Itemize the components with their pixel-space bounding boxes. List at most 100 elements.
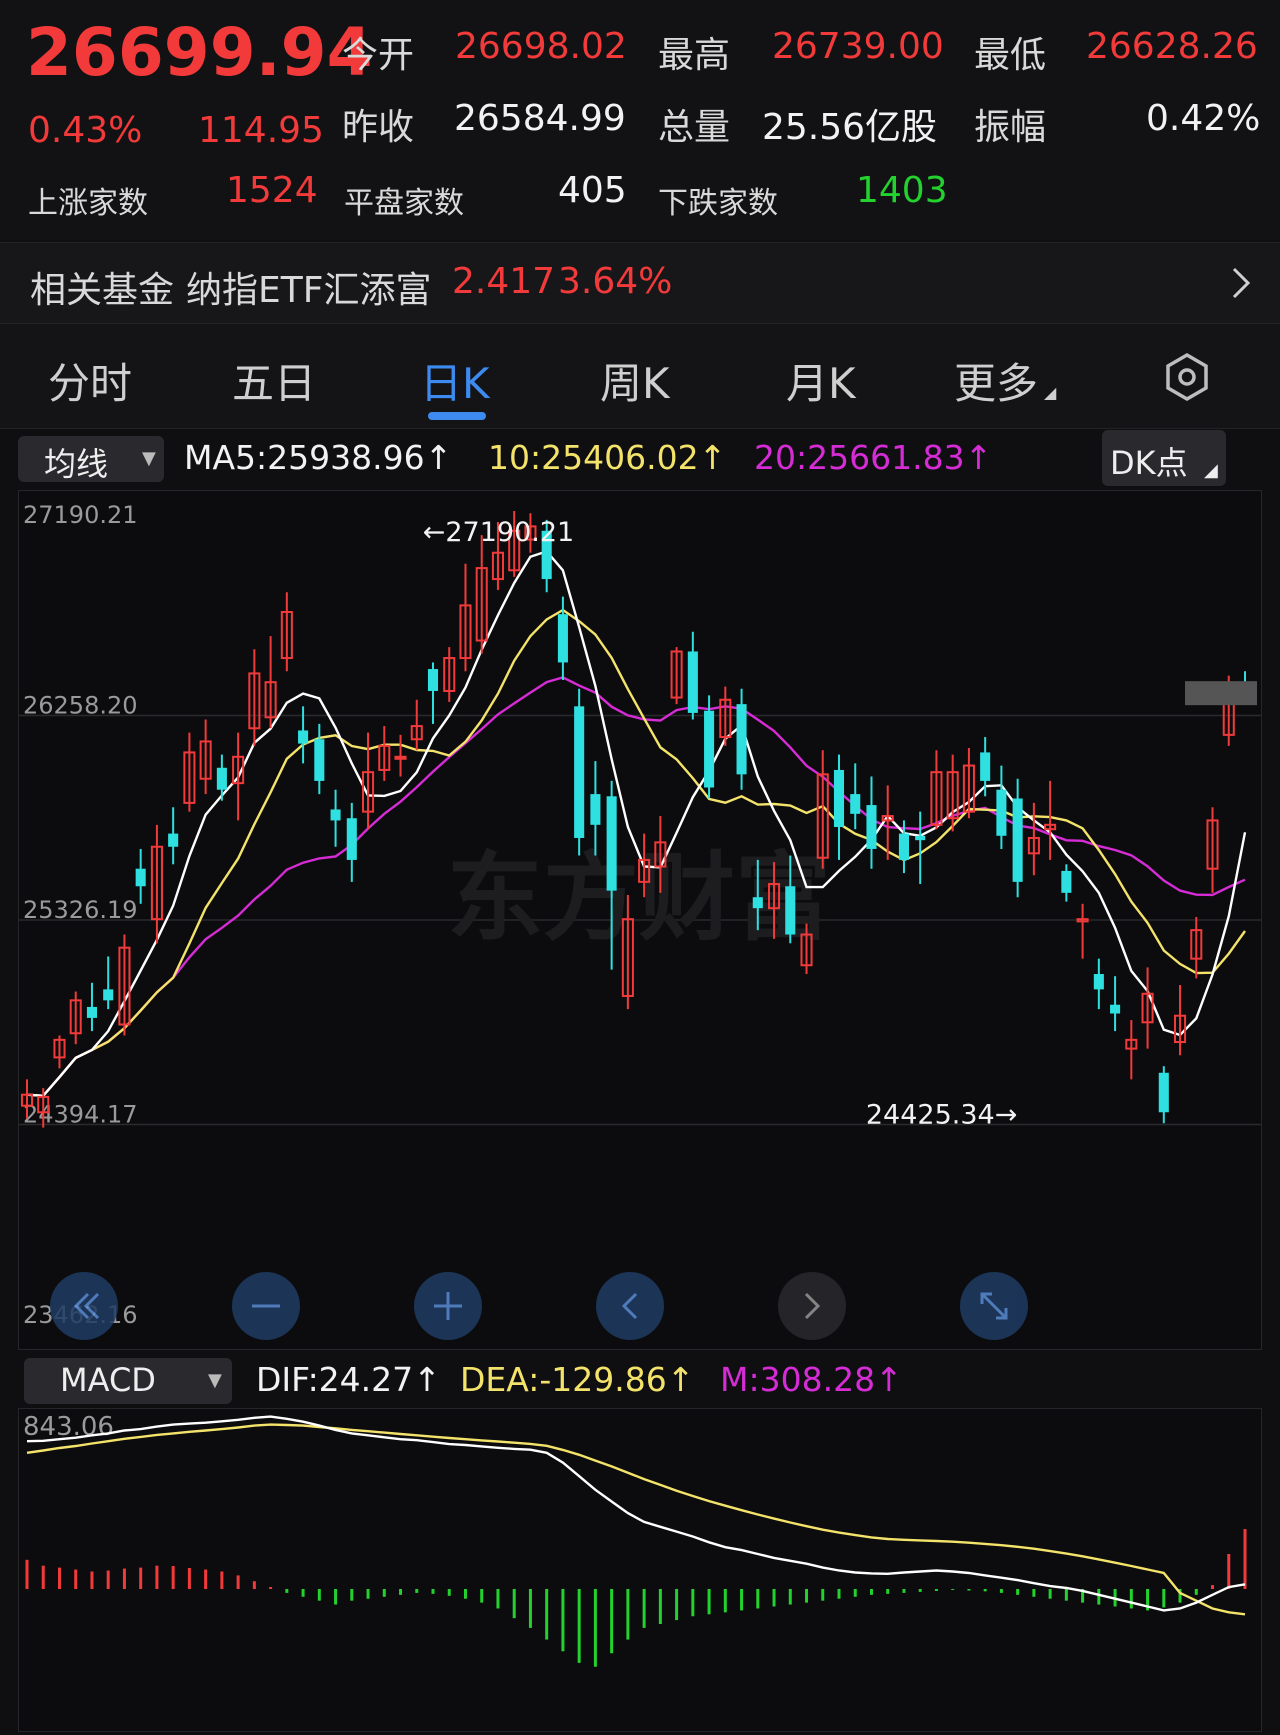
candle-body (346, 818, 357, 860)
candle-body (996, 789, 1007, 836)
double-chevron-left-icon[interactable] (50, 1272, 118, 1340)
dea-legend: DEA:-129.86↑ (460, 1360, 695, 1399)
ma5-line (26, 550, 1247, 1098)
last-price: 26699.94 (26, 14, 373, 91)
candle-body (298, 730, 309, 744)
candle-body (216, 767, 227, 790)
candle-body (785, 886, 796, 935)
candle-body (427, 669, 439, 691)
y-tick-label: 26258.20 (23, 691, 138, 719)
volume-label: 总量 (658, 107, 731, 148)
gear-icon[interactable] (1162, 352, 1212, 402)
candle-body (103, 989, 114, 1001)
extreme-annotation: 24425.34→ (866, 1100, 1017, 1131)
candle-body (168, 833, 179, 847)
change-points: 114.95 (198, 110, 324, 151)
fund-price: 2.417 (452, 261, 556, 302)
candle-body (314, 739, 325, 781)
tab-more[interactable]: 更多 ◢ (954, 350, 1056, 411)
expand-icon[interactable] (960, 1272, 1028, 1340)
ma10-legend: 10:25406.02↑ (488, 438, 727, 477)
chevron-right-icon[interactable] (778, 1272, 846, 1340)
macd-selector[interactable]: MACD ▼ (24, 1358, 232, 1404)
candle-body (557, 614, 568, 663)
high-value: 26739.00 (772, 26, 944, 67)
macd-selector-label: MACD (60, 1361, 156, 1399)
ma-selector[interactable]: 均线 ▼ (18, 436, 164, 483)
caret-down-icon: ▼ (142, 448, 156, 469)
down-count-label: 下跌家数 (658, 186, 778, 221)
chevron-right-icon[interactable] (1226, 263, 1256, 303)
active-tab-indicator (428, 412, 486, 420)
change-percent: 0.43% (28, 110, 143, 151)
tab-daily-k[interactable]: 日K (420, 350, 490, 411)
flat-count-label: 平盘家数 (344, 186, 464, 221)
candle-body (1012, 798, 1023, 882)
corner-triangle-icon: ◢ (1204, 460, 1218, 481)
candle-body (704, 710, 715, 788)
open-value: 26698.02 (455, 26, 627, 67)
y-tick-label: 27190.21 (23, 501, 138, 529)
tab-intraday[interactable]: 分时 (48, 350, 132, 411)
related-fund-label: 相关基金 (30, 270, 175, 311)
fund-change: 3.64% (558, 261, 673, 302)
up-count-value: 1524 (226, 170, 318, 211)
quote-panel: 26699.94 今开 26698.02 最高 26739.00 最低 2662… (0, 0, 1280, 240)
candle-body (86, 1006, 97, 1018)
macd-chart[interactable]: 843.06 (18, 1408, 1262, 1732)
dk-point-label: DK点 (1110, 444, 1188, 482)
kline-chart[interactable]: 27190.2126258.2025326.1924394.1723462.16… (18, 490, 1262, 1350)
candle-body (606, 796, 617, 891)
candle-body (736, 704, 747, 775)
related-fund-bar[interactable]: 相关基金 纳指ETF汇添富 2.417 3.64% (0, 242, 1280, 324)
tab-more-label: 更多 (954, 359, 1039, 408)
volume-value: 25.56亿股 (762, 107, 938, 148)
candle-body (574, 706, 585, 838)
dea-line (26, 1423, 1246, 1616)
current-price-marker (1185, 681, 1257, 706)
extreme-annotation: ←27190.21 (423, 517, 574, 548)
candle-body (1093, 974, 1104, 990)
tab-weekly-k[interactable]: 周K (600, 350, 670, 411)
candle-body (590, 794, 601, 825)
candle-body (135, 868, 146, 887)
prev-close-value: 26584.99 (454, 98, 626, 139)
tab-monthly-k[interactable]: 月K (786, 350, 856, 411)
y-tick-label: 24394.17 (23, 1101, 138, 1129)
dif-legend: DIF:24.27↑ (256, 1360, 441, 1399)
down-count-value: 1403 (856, 170, 948, 211)
prev-close-label: 昨收 (342, 107, 415, 148)
minus-icon[interactable] (232, 1272, 300, 1340)
chevron-left-icon[interactable] (596, 1272, 664, 1340)
candle-body (833, 769, 845, 828)
low-value: 26628.26 (1086, 26, 1258, 67)
amplitude-label: 振幅 (974, 107, 1047, 148)
candle-body (1158, 1072, 1169, 1113)
plus-icon[interactable] (414, 1272, 482, 1340)
high-label: 最高 (658, 35, 731, 76)
candle-body (687, 651, 698, 713)
macd-svg: 843.06 (23, 1412, 1247, 1667)
m-legend: M:308.28↑ (720, 1360, 903, 1399)
candle-body (1061, 870, 1072, 893)
ma20-legend: 20:25661.83↑ (754, 438, 993, 477)
kline-svg: 27190.2126258.2025326.1924394.1723462.16… (19, 501, 1261, 1329)
ma5-legend: MA5:25938.96↑ (184, 438, 453, 477)
up-count-label: 上涨家数 (28, 186, 148, 221)
candle-body (330, 809, 341, 821)
tab-five-day[interactable]: 五日 (232, 350, 316, 411)
candle-body (915, 835, 926, 841)
dif-line (26, 1415, 1246, 1612)
candle-body (394, 755, 407, 760)
open-label: 今开 (342, 35, 415, 76)
dk-point-button[interactable]: DK点 ◢ (1102, 430, 1226, 486)
candle-body (1110, 1004, 1121, 1014)
candle-body (866, 805, 877, 849)
candle-body (980, 752, 991, 781)
candle-body (752, 897, 763, 909)
low-label: 最低 (974, 35, 1047, 76)
candle-body (850, 794, 861, 814)
y-tick-label: 25326.19 (23, 896, 138, 924)
period-tab-bar: 分时 五日 日K 周K 月K 更多 ◢ (0, 324, 1280, 429)
amplitude-value: 0.42% (1146, 98, 1261, 139)
